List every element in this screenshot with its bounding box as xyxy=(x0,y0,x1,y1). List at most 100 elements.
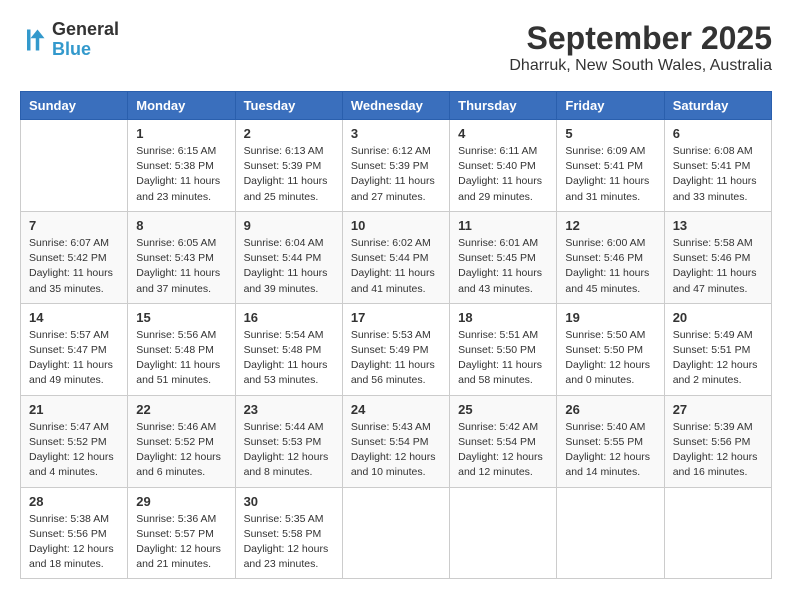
sunset-text: Sunset: 5:49 PM xyxy=(351,344,429,356)
sunset-text: Sunset: 5:54 PM xyxy=(458,436,536,448)
day-number: 22 xyxy=(136,402,226,417)
daylight-text: Daylight: 11 hours and 33 minutes. xyxy=(673,175,757,202)
day-info: Sunrise: 5:47 AM Sunset: 5:52 PM Dayligh… xyxy=(29,420,119,481)
sunrise-text: Sunrise: 5:43 AM xyxy=(351,421,431,433)
sunrise-text: Sunrise: 6:07 AM xyxy=(29,237,109,249)
table-row: 6 Sunrise: 6:08 AM Sunset: 5:41 PM Dayli… xyxy=(664,120,771,212)
calendar-week-5: 28 Sunrise: 5:38 AM Sunset: 5:56 PM Dayl… xyxy=(21,487,772,579)
sunset-text: Sunset: 5:39 PM xyxy=(351,160,429,172)
calendar-table: Sunday Monday Tuesday Wednesday Thursday… xyxy=(20,91,772,579)
sunset-text: Sunset: 5:48 PM xyxy=(244,344,322,356)
day-number: 15 xyxy=(136,310,226,325)
sunrise-text: Sunrise: 6:15 AM xyxy=(136,145,216,157)
table-row: 7 Sunrise: 6:07 AM Sunset: 5:42 PM Dayli… xyxy=(21,211,128,303)
sunrise-text: Sunrise: 5:56 AM xyxy=(136,329,216,341)
day-info: Sunrise: 6:04 AM Sunset: 5:44 PM Dayligh… xyxy=(244,236,334,297)
table-row: 8 Sunrise: 6:05 AM Sunset: 5:43 PM Dayli… xyxy=(128,211,235,303)
daylight-text: Daylight: 12 hours and 16 minutes. xyxy=(673,451,758,478)
sunset-text: Sunset: 5:46 PM xyxy=(673,252,751,264)
sunset-text: Sunset: 5:48 PM xyxy=(136,344,214,356)
table-row: 9 Sunrise: 6:04 AM Sunset: 5:44 PM Dayli… xyxy=(235,211,342,303)
table-row: 10 Sunrise: 6:02 AM Sunset: 5:44 PM Dayl… xyxy=(342,211,449,303)
daylight-text: Daylight: 11 hours and 41 minutes. xyxy=(351,267,435,294)
col-saturday: Saturday xyxy=(664,92,771,120)
sunset-text: Sunset: 5:52 PM xyxy=(136,436,214,448)
daylight-text: Daylight: 11 hours and 31 minutes. xyxy=(565,175,649,202)
day-info: Sunrise: 6:11 AM Sunset: 5:40 PM Dayligh… xyxy=(458,144,548,205)
sunrise-text: Sunrise: 5:39 AM xyxy=(673,421,753,433)
table-row: 17 Sunrise: 5:53 AM Sunset: 5:49 PM Dayl… xyxy=(342,303,449,395)
day-info: Sunrise: 6:12 AM Sunset: 5:39 PM Dayligh… xyxy=(351,144,441,205)
sunset-text: Sunset: 5:39 PM xyxy=(244,160,322,172)
day-info: Sunrise: 6:00 AM Sunset: 5:46 PM Dayligh… xyxy=(565,236,655,297)
day-info: Sunrise: 5:49 AM Sunset: 5:51 PM Dayligh… xyxy=(673,328,763,389)
daylight-text: Daylight: 11 hours and 47 minutes. xyxy=(673,267,757,294)
day-number: 14 xyxy=(29,310,119,325)
sunrise-text: Sunrise: 6:13 AM xyxy=(244,145,324,157)
day-number: 19 xyxy=(565,310,655,325)
logo-line1: General xyxy=(52,20,119,40)
day-info: Sunrise: 5:40 AM Sunset: 5:55 PM Dayligh… xyxy=(565,420,655,481)
day-number: 27 xyxy=(673,402,763,417)
daylight-text: Daylight: 11 hours and 23 minutes. xyxy=(136,175,220,202)
day-number: 30 xyxy=(244,494,334,509)
day-number: 2 xyxy=(244,126,334,141)
table-row: 13 Sunrise: 5:58 AM Sunset: 5:46 PM Dayl… xyxy=(664,211,771,303)
table-row: 28 Sunrise: 5:38 AM Sunset: 5:56 PM Dayl… xyxy=(21,487,128,579)
table-row xyxy=(342,487,449,579)
col-tuesday: Tuesday xyxy=(235,92,342,120)
calendar-title: September 2025 xyxy=(509,20,772,57)
table-row: 25 Sunrise: 5:42 AM Sunset: 5:54 PM Dayl… xyxy=(450,395,557,487)
day-info: Sunrise: 5:46 AM Sunset: 5:52 PM Dayligh… xyxy=(136,420,226,481)
day-number: 10 xyxy=(351,218,441,233)
sunrise-text: Sunrise: 6:12 AM xyxy=(351,145,431,157)
table-row: 18 Sunrise: 5:51 AM Sunset: 5:50 PM Dayl… xyxy=(450,303,557,395)
day-number: 11 xyxy=(458,218,548,233)
daylight-text: Daylight: 12 hours and 23 minutes. xyxy=(244,543,329,570)
logo-text: General Blue xyxy=(52,20,119,60)
sunrise-text: Sunrise: 6:01 AM xyxy=(458,237,538,249)
col-thursday: Thursday xyxy=(450,92,557,120)
daylight-text: Daylight: 11 hours and 35 minutes. xyxy=(29,267,113,294)
sunrise-text: Sunrise: 5:51 AM xyxy=(458,329,538,341)
table-row: 27 Sunrise: 5:39 AM Sunset: 5:56 PM Dayl… xyxy=(664,395,771,487)
table-row xyxy=(450,487,557,579)
table-row: 22 Sunrise: 5:46 AM Sunset: 5:52 PM Dayl… xyxy=(128,395,235,487)
table-row: 1 Sunrise: 6:15 AM Sunset: 5:38 PM Dayli… xyxy=(128,120,235,212)
sunset-text: Sunset: 5:55 PM xyxy=(565,436,643,448)
daylight-text: Daylight: 11 hours and 29 minutes. xyxy=(458,175,542,202)
sunrise-text: Sunrise: 6:02 AM xyxy=(351,237,431,249)
daylight-text: Daylight: 12 hours and 14 minutes. xyxy=(565,451,650,478)
daylight-text: Daylight: 12 hours and 10 minutes. xyxy=(351,451,436,478)
day-number: 5 xyxy=(565,126,655,141)
day-info: Sunrise: 5:38 AM Sunset: 5:56 PM Dayligh… xyxy=(29,512,119,573)
day-info: Sunrise: 6:09 AM Sunset: 5:41 PM Dayligh… xyxy=(565,144,655,205)
calendar-week-1: 1 Sunrise: 6:15 AM Sunset: 5:38 PM Dayli… xyxy=(21,120,772,212)
calendar-header-row: Sunday Monday Tuesday Wednesday Thursday… xyxy=(21,92,772,120)
sunset-text: Sunset: 5:57 PM xyxy=(136,528,214,540)
sunset-text: Sunset: 5:54 PM xyxy=(351,436,429,448)
day-number: 9 xyxy=(244,218,334,233)
sunset-text: Sunset: 5:51 PM xyxy=(673,344,751,356)
day-info: Sunrise: 5:53 AM Sunset: 5:49 PM Dayligh… xyxy=(351,328,441,389)
day-info: Sunrise: 5:42 AM Sunset: 5:54 PM Dayligh… xyxy=(458,420,548,481)
daylight-text: Daylight: 12 hours and 0 minutes. xyxy=(565,359,650,386)
sunrise-text: Sunrise: 5:42 AM xyxy=(458,421,538,433)
day-number: 4 xyxy=(458,126,548,141)
daylight-text: Daylight: 12 hours and 12 minutes. xyxy=(458,451,543,478)
day-number: 24 xyxy=(351,402,441,417)
table-row: 20 Sunrise: 5:49 AM Sunset: 5:51 PM Dayl… xyxy=(664,303,771,395)
daylight-text: Daylight: 11 hours and 58 minutes. xyxy=(458,359,542,386)
sunset-text: Sunset: 5:52 PM xyxy=(29,436,107,448)
day-info: Sunrise: 5:51 AM Sunset: 5:50 PM Dayligh… xyxy=(458,328,548,389)
day-number: 12 xyxy=(565,218,655,233)
day-number: 6 xyxy=(673,126,763,141)
daylight-text: Daylight: 11 hours and 49 minutes. xyxy=(29,359,113,386)
day-number: 20 xyxy=(673,310,763,325)
daylight-text: Daylight: 12 hours and 4 minutes. xyxy=(29,451,114,478)
day-info: Sunrise: 6:05 AM Sunset: 5:43 PM Dayligh… xyxy=(136,236,226,297)
day-info: Sunrise: 5:44 AM Sunset: 5:53 PM Dayligh… xyxy=(244,420,334,481)
day-info: Sunrise: 5:36 AM Sunset: 5:57 PM Dayligh… xyxy=(136,512,226,573)
daylight-text: Daylight: 11 hours and 51 minutes. xyxy=(136,359,220,386)
day-number: 7 xyxy=(29,218,119,233)
